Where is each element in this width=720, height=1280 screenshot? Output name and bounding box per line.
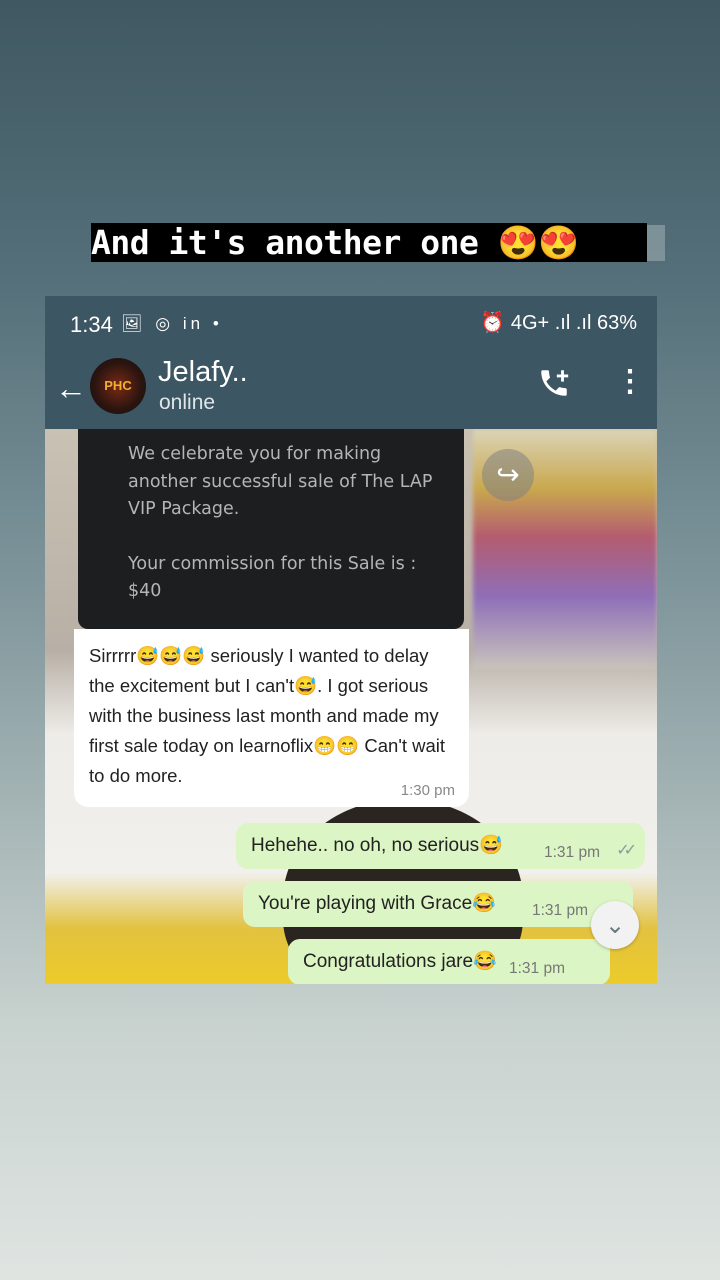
outgoing-message-text: Hehehe.. no oh, no serious😅 [251,835,503,856]
forward-icon[interactable]: ↪ [482,449,534,501]
status-bar: 1:34 🖼 ◎ in • ⏰ 4G+ .ıl .ıl 63% [45,296,657,352]
caption-highlight-tail [647,225,665,261]
incoming-message-time: 1:30 pm [400,782,455,799]
add-call-icon[interactable] [537,366,571,408]
double-check-icon: ✓✓ [616,842,637,859]
story-caption: And it's another one 😍😍 [91,223,647,262]
phone-plus-icon [541,370,569,396]
notification-icons: 🖼 ◎ in • [121,314,223,333]
outgoing-message-text: You're playing with Grace😂 [258,893,496,914]
incoming-message-text: Sirrrrr😅😅😅 seriously I wanted to delay t… [89,645,446,786]
scroll-down-icon[interactable]: ⌄ [591,901,639,949]
outgoing-message[interactable]: Hehehe.. no oh, no serious😅 1:31 pm ✓✓ [236,823,645,869]
outgoing-message-text: Congratulations jare😂 [303,951,497,972]
outgoing-message[interactable]: You're playing with Grace😂 1:31 pm [243,881,633,927]
image-text-1: We celebrate you for making another succ… [128,444,433,519]
outgoing-message-time: 1:31 pm [531,902,588,919]
image-text-2: Your commission for this Sale is : $40 [128,553,417,602]
chat-header: ← PHC Jelafy.. online ⋮ [45,352,657,429]
more-vert-icon[interactable]: ⋮ [615,364,645,399]
outgoing-message[interactable]: Congratulations jare😂 1:31 pm [288,939,610,984]
contact-name[interactable]: Jelafy.. [158,356,248,389]
chat-area: ↪ We celebrate you for making another su… [45,429,657,984]
avatar[interactable]: PHC [90,358,146,414]
status-right: ⏰ 4G+ .ıl .ıl 63% [480,310,637,335]
outgoing-message-time: 1:31 pm [543,844,600,861]
outgoing-message-time: 1:31 pm [508,960,565,977]
incoming-message[interactable]: Sirrrrr😅😅😅 seriously I wanted to delay t… [74,629,469,807]
battery-level: 63% [596,312,637,334]
avatar-text: PHC [104,378,132,393]
phone-screenshot: 1:34 🖼 ◎ in • ⏰ 4G+ .ıl .ıl 63% ← PHC Je… [45,296,657,984]
system-icons: ⏰ 4G+ .ıl .ıl [480,312,592,334]
back-arrow-icon[interactable]: ← [55,370,87,407]
status-time: 1:34 [70,312,113,337]
image-message[interactable]: We celebrate you for making another succ… [78,429,464,629]
contact-status: online [159,391,216,414]
